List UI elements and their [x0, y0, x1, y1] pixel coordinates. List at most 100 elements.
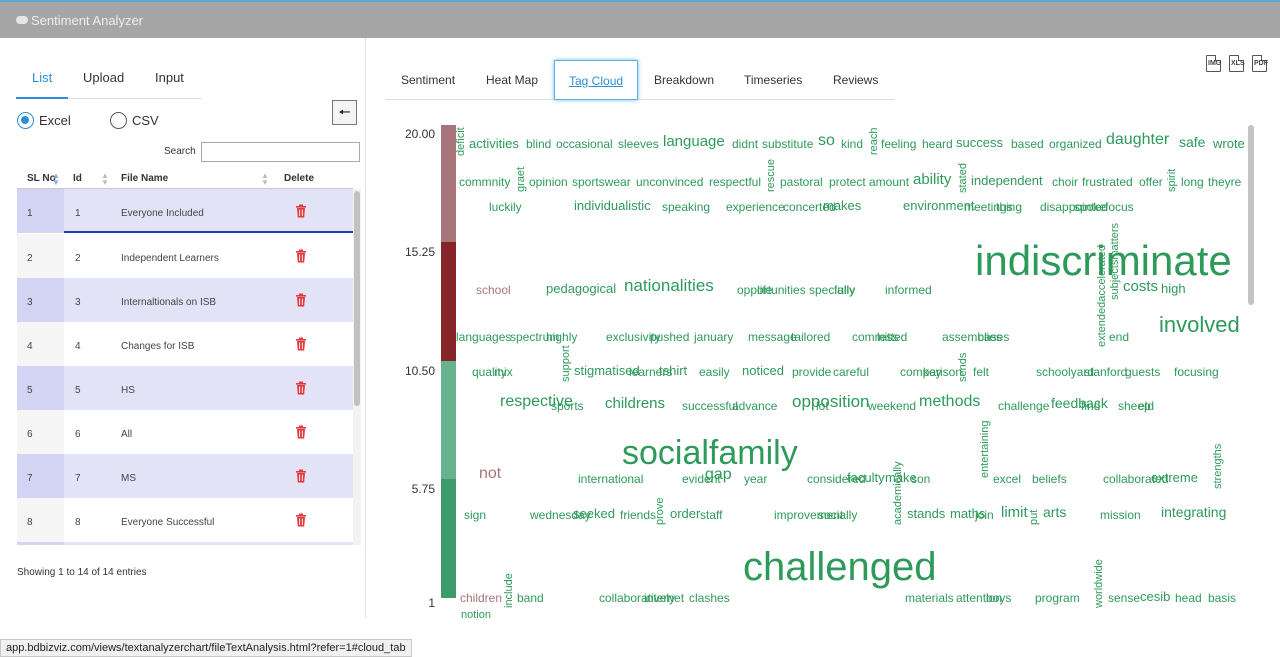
tag-cloud-word[interactable]: sense [1108, 592, 1140, 604]
tag-cloud-word[interactable]: cesib [1140, 590, 1170, 603]
pdf-export-icon[interactable]: PDF [1252, 55, 1268, 72]
tag-cloud-word[interactable]: costs [1123, 279, 1158, 294]
tag-cloud-word[interactable]: highly [546, 331, 577, 343]
tag-cloud-word[interactable]: basis [1208, 592, 1236, 604]
tag-cloud-word[interactable]: socialfamily [622, 436, 798, 470]
tag-cloud-word[interactable]: individualistic [574, 199, 651, 212]
tag-cloud-word[interactable]: amount [869, 176, 909, 188]
tag-cloud-word[interactable]: offer [1139, 176, 1163, 188]
tab-upload[interactable]: Upload [83, 68, 124, 99]
tag-cloud-word[interactable]: occasional [556, 138, 613, 150]
trash-icon[interactable] [294, 204, 308, 218]
tag-cloud-word[interactable]: stanford [1084, 366, 1127, 378]
tag-cloud-word[interactable]: successful [682, 400, 738, 412]
tag-cloud-word[interactable]: wrote [1213, 137, 1245, 150]
tag-cloud-word[interactable]: friends [620, 509, 656, 521]
tag-cloud-word[interactable]: challenged [743, 547, 937, 587]
tag-cloud-word[interactable]: order [670, 507, 700, 520]
tag-cloud-word[interactable]: clashes [689, 592, 730, 604]
tag-cloud-word[interactable]: life [757, 284, 772, 296]
tag-cloud-word[interactable]: international [578, 473, 643, 485]
tag-cloud-word[interactable]: guests [1125, 366, 1160, 378]
tag-cloud-scrollbar[interactable] [1248, 125, 1254, 305]
tag-cloud-word[interactable]: speaking [662, 201, 710, 213]
tag-cloud-word[interactable]: cases [978, 331, 1009, 343]
tag-cloud-word[interactable]: mix [494, 366, 513, 378]
tag-cloud-word[interactable]: stated [957, 163, 969, 193]
table-row[interactable] [17, 542, 353, 545]
tag-cloud-word[interactable]: stands [907, 507, 945, 520]
tag-cloud-word[interactable]: childrens [605, 396, 665, 411]
tag-cloud-word[interactable]: extendedaccelerated [1096, 245, 1108, 347]
tag-cloud-word[interactable]: mission [1100, 509, 1141, 521]
tag-cloud-word[interactable]: success [956, 136, 1003, 149]
tag-cloud-word[interactable]: rescue [765, 159, 777, 192]
tag-cloud-word[interactable]: sports [551, 400, 584, 412]
table-row[interactable]: 6 6 All [17, 410, 353, 454]
tag-cloud-word[interactable]: theyre [1208, 176, 1241, 188]
tag-cloud-word[interactable]: luckily [489, 201, 522, 213]
table-row[interactable]: 7 7 MS [17, 454, 353, 498]
tag-cloud-word[interactable]: gap [705, 467, 732, 483]
tag-cloud-word[interactable]: felt [973, 366, 989, 378]
tag-cloud-word[interactable]: respectful [709, 176, 761, 188]
tag-cloud-word[interactable]: limit [1001, 505, 1028, 520]
tag-cloud-word[interactable]: provide [792, 366, 831, 378]
tag-cloud-word[interactable]: staff [700, 509, 722, 521]
tag-cloud-word[interactable]: sleeves [618, 138, 659, 150]
tag-cloud-word[interactable]: school [476, 284, 511, 296]
tag-cloud-word[interactable]: involved [1159, 314, 1240, 336]
tag-cloud-word[interactable]: commnity [459, 176, 510, 188]
image-export-icon[interactable]: IMG [1206, 55, 1221, 72]
tag-cloud-word[interactable]: prove [654, 497, 666, 525]
tag-cloud-word[interactable]: extreme [1151, 471, 1198, 484]
tag-cloud-word[interactable]: feeling [881, 138, 916, 150]
tag-cloud-word[interactable]: materials [905, 592, 954, 604]
tag-cloud-word[interactable]: makes [823, 199, 861, 212]
excel-export-icon[interactable]: XLS [1229, 55, 1245, 72]
tag-cloud-word[interactable]: thing [996, 201, 1022, 213]
tag-cloud-word[interactable]: methods [919, 394, 980, 410]
tag-cloud-word[interactable]: choir [1052, 176, 1078, 188]
tag-cloud-word[interactable]: weekend [868, 400, 916, 412]
tag-cloud-word[interactable]: languages [456, 331, 511, 343]
tag-cloud-word[interactable]: faculty [847, 471, 885, 484]
tag-cloud-word[interactable]: january [694, 331, 733, 343]
tag-cloud-word[interactable]: activities [469, 137, 519, 150]
tag-cloud-word[interactable]: lot [816, 400, 829, 412]
tag-cloud-word[interactable]: support [560, 345, 572, 382]
tag-cloud-word[interactable]: worldwide [1093, 559, 1105, 608]
tag-cloud-word[interactable]: band [517, 592, 544, 604]
trash-icon[interactable] [294, 513, 308, 527]
sort-asc-icon[interactable]: ▲ ▼ [52, 172, 60, 187]
tab-timeseries[interactable]: Timeseries [744, 60, 802, 100]
tab-heat-map[interactable]: Heat Map [486, 60, 538, 100]
tag-cloud-word[interactable]: so [818, 133, 835, 149]
tag-cloud-word[interactable]: kind [841, 138, 863, 150]
tag-cloud-word[interactable]: opposition [792, 393, 870, 410]
tag-cloud-word[interactable]: head [1175, 592, 1202, 604]
search-input[interactable] [201, 142, 360, 162]
tag-cloud-word[interactable]: spoke [1074, 201, 1106, 213]
tab-input[interactable]: Input [155, 68, 184, 99]
tag-cloud-word[interactable]: key [923, 366, 942, 378]
tag-cloud-word[interactable]: arts [1043, 505, 1066, 519]
tag-cloud-word[interactable]: pushed [650, 331, 689, 343]
tag-cloud-word[interactable]: spirit [1166, 169, 1178, 192]
tag-cloud-word[interactable]: strengths [1212, 444, 1224, 489]
tag-cloud-word[interactable]: end [1109, 331, 1129, 343]
sort-icon[interactable]: ▲ ▼ [101, 172, 109, 187]
tag-cloud-word[interactable]: frustrated [1082, 176, 1133, 188]
tag-cloud-word[interactable]: ability [913, 172, 951, 187]
tag-cloud-word[interactable]: entertaining [979, 421, 991, 479]
tag-cloud-word[interactable]: find [1081, 400, 1100, 412]
tag-cloud-word[interactable]: sportswear [572, 176, 631, 188]
trash-icon[interactable] [294, 469, 308, 483]
tag-cloud-word[interactable]: organized [1049, 138, 1102, 150]
tag-cloud-word[interactable]: program [1035, 592, 1080, 604]
tag-cloud-word[interactable]: long [1181, 176, 1204, 188]
tag-cloud-word[interactable]: careful [833, 366, 869, 378]
tab-reviews[interactable]: Reviews [833, 60, 878, 100]
tag-cloud-word[interactable]: language [663, 134, 725, 149]
tab-sentiment[interactable]: Sentiment [401, 60, 455, 100]
